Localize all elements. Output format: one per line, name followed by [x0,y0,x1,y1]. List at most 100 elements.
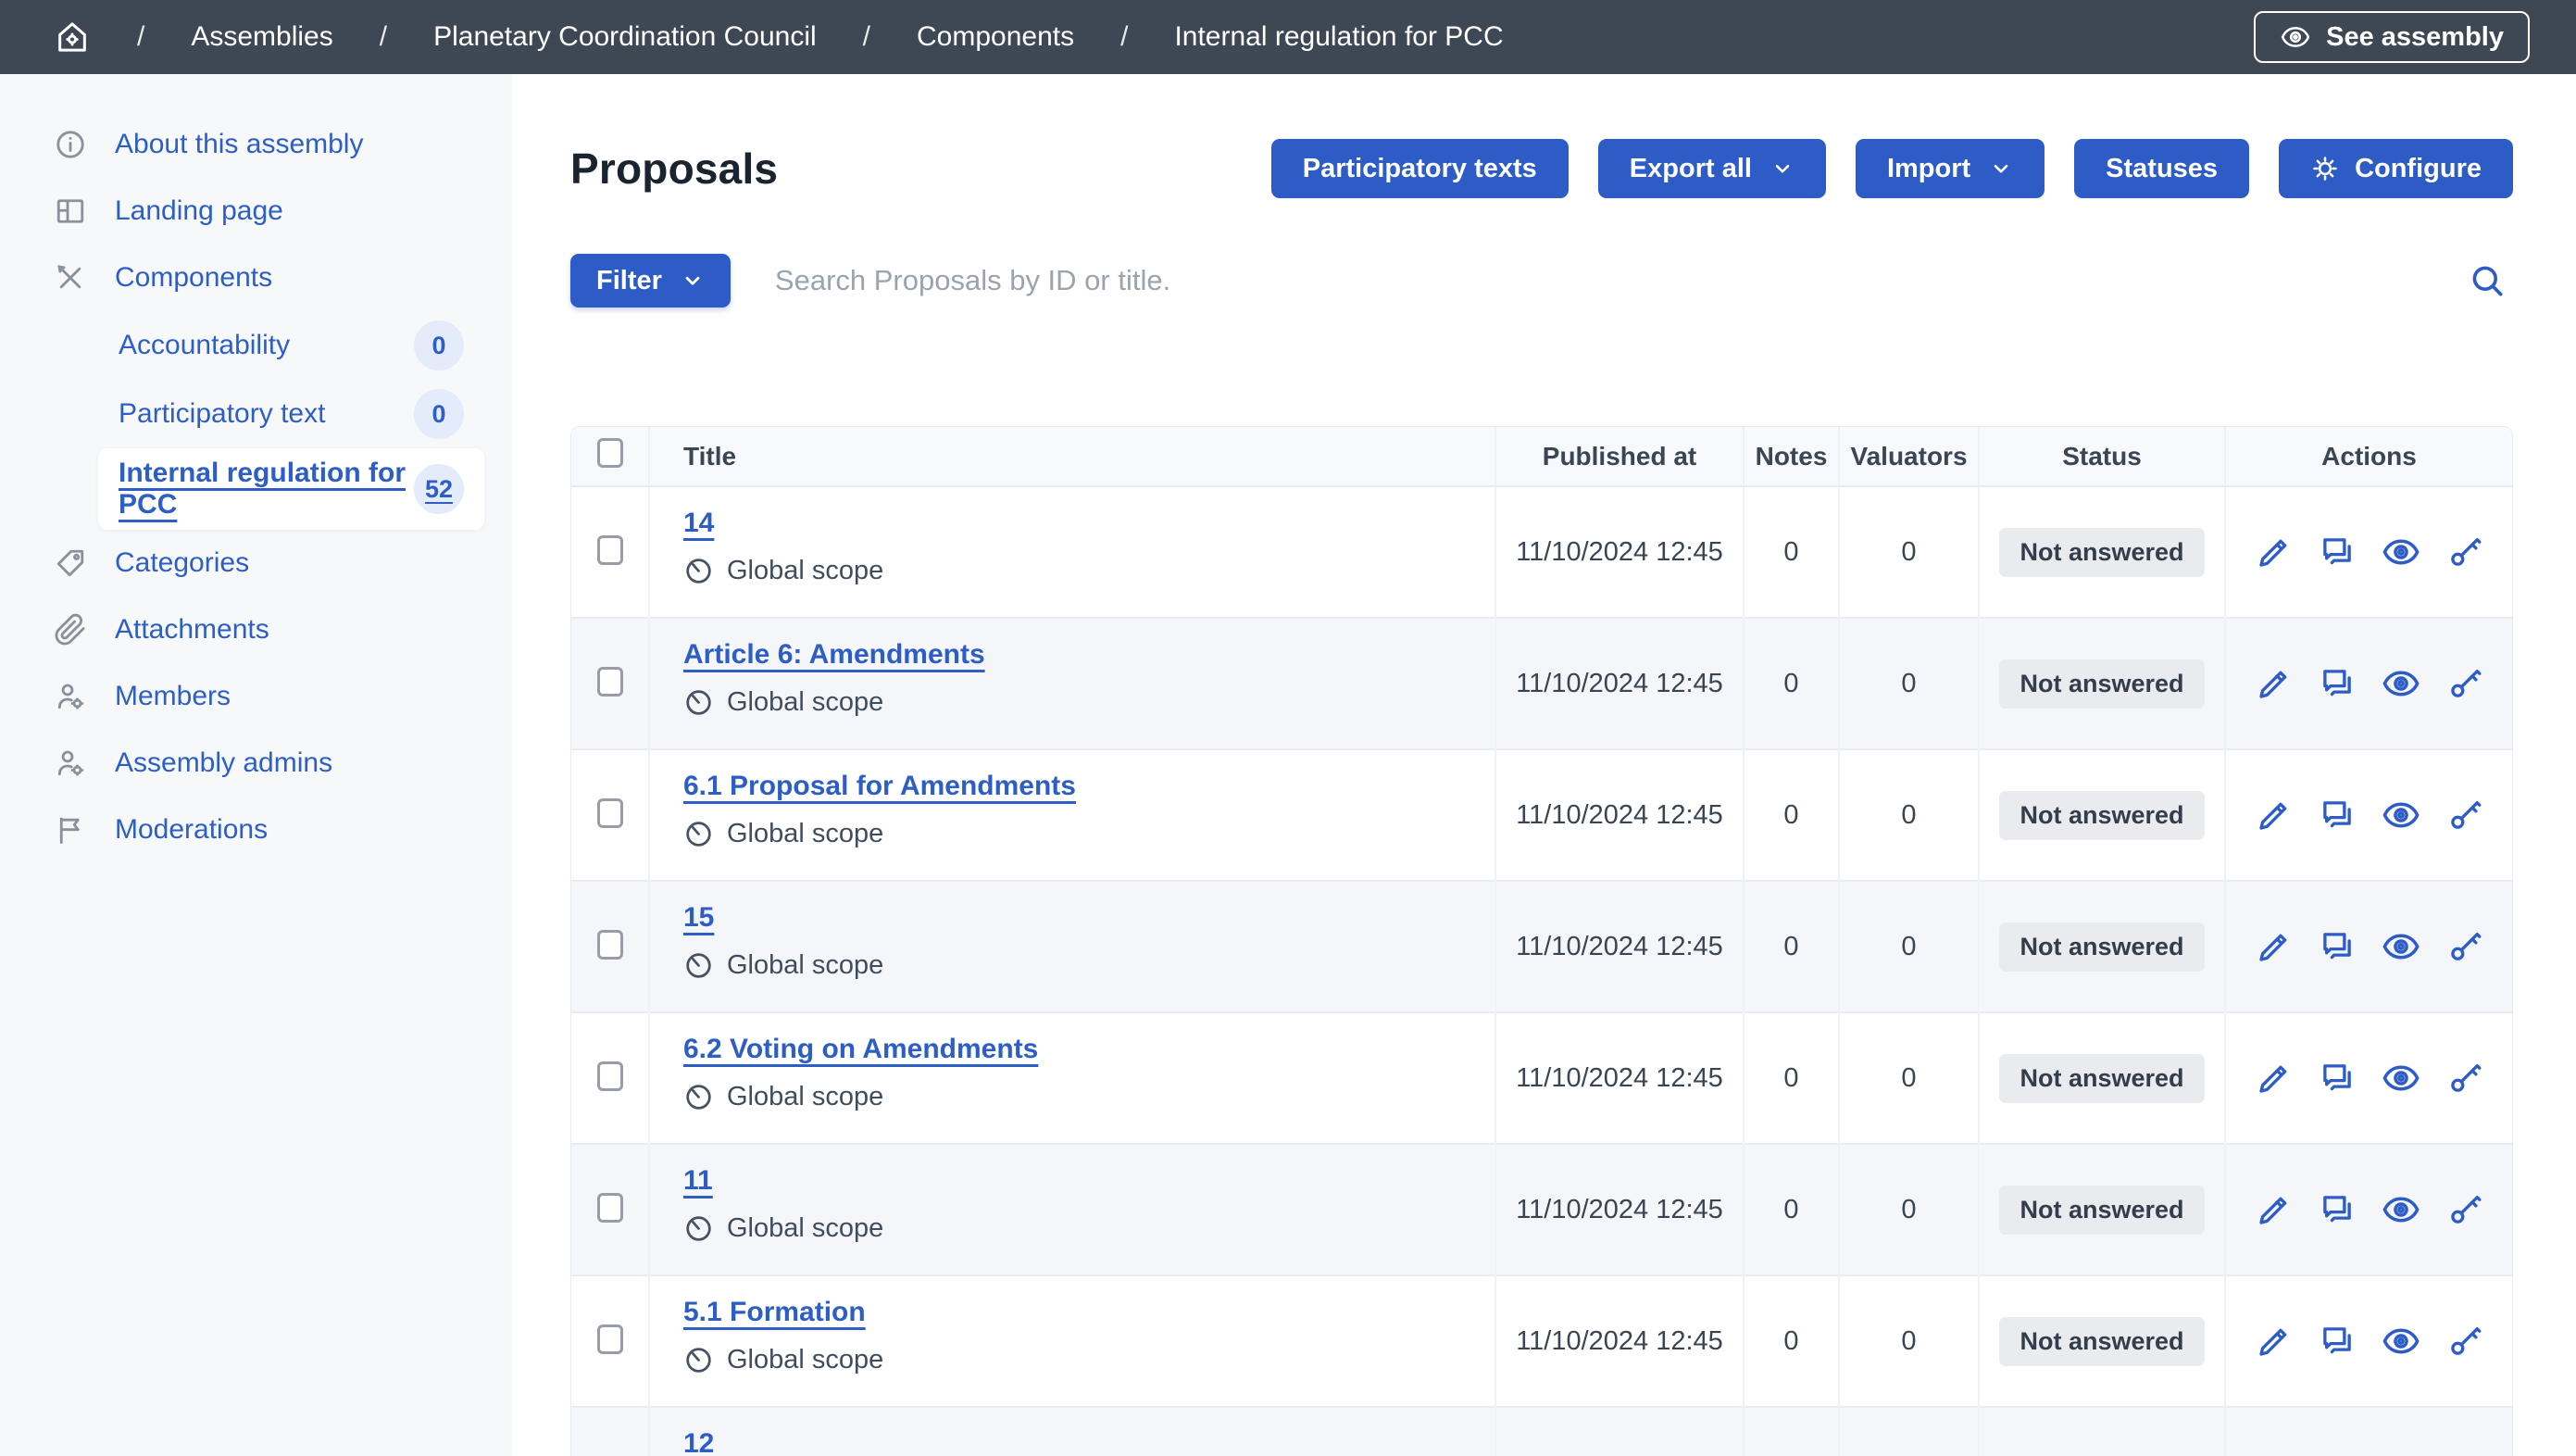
tag-icon [54,546,87,580]
breadcrumb: / Assemblies / Planetary Coordination Co… [54,19,1504,56]
global-scope-icon [683,1213,714,1244]
permissions-key-icon[interactable] [2445,1190,2484,1229]
actions-cell [2225,881,2512,1012]
edit-icon[interactable] [2255,1190,2294,1229]
breadcrumb-assembly-name[interactable]: Planetary Coordination Council [433,21,817,53]
proposal-title-link[interactable]: 11 [683,1165,713,1196]
answer-proposal-icon[interactable] [2318,1190,2357,1229]
answer-proposal-icon[interactable] [2318,533,2357,571]
notes-cell [1744,1407,1839,1456]
participatory-texts-button[interactable]: Participatory texts [1271,139,1569,198]
row-checkbox[interactable] [597,535,623,565]
actions-cell [2225,486,2512,618]
proposal-title-link[interactable]: 5.1 Formation [683,1297,866,1327]
actions-cell [2225,1144,2512,1275]
sidebar-item-attachments[interactable]: Attachments [0,596,512,663]
published-at-cell: 11/10/2024 12:45 [1495,881,1744,1012]
configure-label: Configure [2355,154,2482,184]
chevron-down-icon [681,269,705,293]
row-checkbox[interactable] [597,1061,623,1091]
notes-cell: 0 [1744,618,1839,749]
sidebar-item-landing-page[interactable]: Landing page [0,178,512,245]
layout-icon [54,195,87,228]
preview-eye-icon[interactable] [2381,1189,2421,1230]
table-row: 14 Global scope 11/10/2024 12:45 0 0 Not… [571,486,2512,618]
edit-icon[interactable] [2255,927,2294,966]
sidebar-subitem-participatory-text[interactable]: Participatory text 0 [98,380,484,448]
global-scope-icon [683,1345,714,1375]
notes-cell: 0 [1744,486,1839,618]
sidebar-item-about[interactable]: About this assembly [0,111,512,178]
permissions-key-icon[interactable] [2445,927,2484,966]
sidebar-item-assembly-admins[interactable]: Assembly admins [0,730,512,797]
breadcrumb-assemblies[interactable]: Assemblies [191,21,332,53]
edit-icon[interactable] [2255,664,2294,703]
title-cell: 5.1 Formation Global scope [649,1275,1495,1407]
edit-icon[interactable] [2255,1059,2294,1098]
edit-icon[interactable] [2255,796,2294,835]
title-cell: Article 6: Amendments Global scope [649,618,1495,749]
preview-eye-icon[interactable] [2381,795,2421,835]
proposal-title-link[interactable]: Article 6: Amendments [683,639,985,670]
import-button[interactable]: Import [1856,139,2045,198]
column-header-valuators: Valuators [1839,427,1979,486]
notes-cell: 0 [1744,749,1839,881]
search-input[interactable] [775,264,2461,297]
preview-eye-icon[interactable] [2381,926,2421,967]
row-checkbox[interactable] [597,798,623,828]
permissions-key-icon[interactable] [2445,664,2484,703]
row-checkbox[interactable] [597,1193,623,1223]
proposal-title-link[interactable]: 14 [683,508,714,538]
filter-button[interactable]: Filter [570,254,731,308]
sidebar-item-label: Members [115,681,231,712]
sidebar-item-members[interactable]: Members [0,663,512,730]
preview-eye-icon[interactable] [2381,1321,2421,1362]
published-at-cell: 11/10/2024 12:45 [1495,1012,1744,1144]
permissions-key-icon[interactable] [2445,796,2484,835]
preview-eye-icon[interactable] [2381,663,2421,704]
breadcrumb-current-page: Internal regulation for PCC [1174,21,1503,53]
proposal-title-link[interactable]: 15 [683,902,714,933]
proposal-title-link[interactable]: 6.2 Voting on Amendments [683,1034,1038,1064]
row-checkbox[interactable] [597,930,623,960]
permissions-key-icon[interactable] [2445,1322,2484,1361]
published-at-cell: 11/10/2024 12:45 [1495,749,1744,881]
select-all-checkbox[interactable] [597,438,623,468]
answer-proposal-icon[interactable] [2318,927,2357,966]
status-badge: Not answered [1999,923,2204,972]
sidebar-item-moderations[interactable]: Moderations [0,797,512,863]
configure-button[interactable]: Configure [2279,139,2513,198]
row-checkbox[interactable] [597,667,623,697]
permissions-key-icon[interactable] [2445,1059,2484,1098]
sidebar-subitem-accountability[interactable]: Accountability 0 [98,311,484,380]
preview-eye-icon[interactable] [2381,532,2421,572]
column-header-title: Title [649,427,1495,486]
search-icon[interactable] [2461,255,2513,307]
sidebar-item-categories[interactable]: Categories [0,530,512,596]
proposal-title-link[interactable]: 6.1 Proposal for Amendments [683,771,1076,801]
answer-proposal-icon[interactable] [2318,1322,2357,1361]
export-all-button[interactable]: Export all [1598,139,1826,198]
page-header: Proposals Participatory texts Export all… [570,139,2513,198]
home-icon[interactable] [54,19,91,56]
title-cell: 11 Global scope [649,1144,1495,1275]
preview-eye-icon[interactable] [2381,1058,2421,1098]
tools-icon [54,261,87,295]
answer-proposal-icon[interactable] [2318,664,2357,703]
see-assembly-button[interactable]: See assembly [2254,11,2530,63]
proposal-title-link[interactable]: 12 [683,1428,714,1456]
breadcrumb-components[interactable]: Components [917,21,1074,53]
sidebar-item-components[interactable]: Components [0,245,512,311]
statuses-button[interactable]: Statuses [2074,139,2249,198]
answer-proposal-icon[interactable] [2318,1059,2357,1098]
answer-proposal-icon[interactable] [2318,796,2357,835]
edit-icon[interactable] [2255,533,2294,571]
sidebar-subitem-internal-regulation[interactable]: Internal regulation for PCC 52 [98,448,484,530]
permissions-key-icon[interactable] [2445,533,2484,571]
row-checkbox[interactable] [597,1324,623,1354]
status-cell [1979,1407,2225,1456]
edit-icon[interactable] [2255,1322,2294,1361]
user-gear-icon [54,747,87,780]
preview-eye-icon[interactable] [2381,1453,2421,1456]
row-checkbox-cell [571,1144,649,1275]
